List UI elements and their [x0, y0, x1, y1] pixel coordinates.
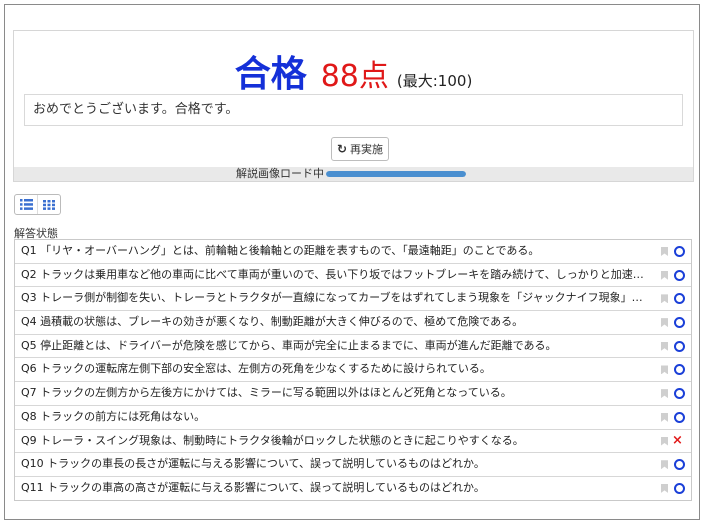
score-value: 88点: [320, 59, 389, 94]
result-message: おめでとうございます。合格です。: [24, 94, 683, 126]
question-text: Q10 トラックの車長の長さが運転に与える影響について、誤って説明しているものは…: [21, 457, 485, 471]
correct-mark-icon: [674, 246, 685, 257]
max-score: (最大:100): [396, 72, 473, 90]
bookmark-icon[interactable]: [661, 341, 668, 351]
question-row[interactable]: Q1 「リヤ・オーバーハング」とは、前輪軸と後輪軸との距離を表すもので、「最遠軸…: [15, 240, 691, 264]
image-loading-strip: 解説画像ロード中: [14, 167, 693, 181]
score-headline: 合格 88点 (最大:100): [14, 45, 693, 97]
bookmark-icon[interactable]: [661, 365, 668, 375]
question-row[interactable]: Q5 停止距離とは、ドライバーが危険を感じてから、車両が完全に止まるまでに、車両…: [15, 335, 691, 359]
retry-button[interactable]: ↻ 再実施: [331, 137, 389, 161]
question-text: Q7 トラックの左側方から左後方にかけては、ミラーに写る範囲以外はほとんど死角と…: [21, 386, 512, 400]
question-row[interactable]: Q9 トレーラ・スイング現象は、制動時にトラクタ後輪がロックした状態のときに起こ…: [15, 430, 691, 454]
correct-mark-icon: [674, 364, 685, 376]
loading-label: 解説画像ロード中: [236, 167, 324, 180]
question-text: Q9 トレーラ・スイング現象は、制動時にトラクタ後輪がロックした状態のときに起こ…: [21, 433, 524, 447]
question-row[interactable]: Q8 トラックの前方には死角はない。: [15, 406, 691, 430]
incorrect-mark-icon: ×: [672, 432, 683, 448]
quiz-result-window: 合格 88点 (最大:100) おめでとうございます。合格です。 ↻ 再実施 解説画像…: [4, 4, 700, 520]
question-row[interactable]: Q7 トラックの左側方から左後方にかけては、ミラーに写る範囲以外はほとんど死角と…: [15, 382, 691, 406]
correct-mark-icon: [674, 411, 685, 423]
bookmark-icon[interactable]: [661, 436, 668, 446]
correct-mark-icon: [674, 482, 685, 494]
redo-icon: ↻: [336, 142, 348, 156]
question-text: Q4 過積載の状態は、ブレーキの効きが悪くなり、制動距離が大きく伸びるので、極め…: [21, 315, 524, 329]
question-text: Q8 トラックの前方には死角はない。: [21, 409, 206, 423]
question-text: Q2 トラックは乗用車など他の車両に比べて車両が重いので、長い下り坂ではフットブ…: [21, 267, 651, 281]
list-view-icon: [19, 199, 33, 210]
loading-progress-fill: [326, 171, 466, 177]
correct-mark-icon: [674, 459, 685, 471]
question-list: Q1 「リヤ・オーバーハング」とは、前輪軸と後輪軸との距離を表すもので、「最遠軸…: [14, 239, 692, 501]
loading-progress-bar: [326, 171, 466, 177]
correct-mark-icon: [674, 317, 685, 329]
question-text: Q1 「リヤ・オーバーハング」とは、前輪軸と後輪軸との距離を表すもので、「最遠軸…: [21, 244, 540, 257]
retry-label: 再実施: [350, 143, 384, 156]
grid-view-button[interactable]: [37, 195, 60, 214]
pass-verdict: 合格: [234, 54, 307, 95]
correct-mark-icon: [674, 269, 685, 281]
question-row[interactable]: Q6 トラックの運転席左側下部の安全窓は、左側方の死角を少なくするために設けられ…: [15, 358, 691, 383]
question-text: Q5 停止距離とは、ドライバーが危険を感じてから、車両が完全に止まるまでに、車両…: [21, 338, 557, 352]
bookmark-icon[interactable]: [661, 318, 668, 328]
question-row[interactable]: Q11 トラックの車高の高さが運転に与える影響について、誤って説明しているものは…: [15, 477, 691, 500]
bookmark-icon[interactable]: [661, 389, 668, 399]
correct-mark-icon: [674, 388, 685, 400]
question-text: Q3 トレーラ側が制御を失い、トレーラとトラクタが一直線になってカーブをはずれて…: [21, 291, 651, 305]
question-text: Q11 トラックの車高の高さが運転に与える影響について、誤って説明しているものは…: [21, 480, 485, 494]
bookmark-icon[interactable]: [661, 247, 668, 256]
question-row[interactable]: Q4 過積載の状態は、ブレーキの効きが悪くなり、制動距離が大きく伸びるので、極め…: [15, 311, 691, 335]
result-panel: 合格 88点 (最大:100) おめでとうございます。合格です。 ↻ 再実施 解説画像…: [13, 30, 694, 182]
bookmark-icon[interactable]: [661, 483, 668, 493]
bookmark-icon[interactable]: [661, 270, 668, 280]
bookmark-icon[interactable]: [661, 412, 668, 422]
list-view-button[interactable]: [15, 195, 37, 214]
bookmark-icon[interactable]: [661, 294, 668, 304]
question-text: Q6 トラックの運転席左側下部の安全窓は、左側方の死角を少なくするために設けられ…: [21, 362, 491, 376]
view-toggle: [14, 194, 61, 215]
question-row[interactable]: Q3 トレーラ側が制御を失い、トレーラとトラクタが一直線になってカーブをはずれて…: [15, 287, 691, 312]
bookmark-icon[interactable]: [661, 460, 668, 470]
correct-mark-icon: [674, 340, 685, 352]
correct-mark-icon: [674, 293, 685, 305]
grid-view-icon: [43, 199, 55, 210]
question-row[interactable]: Q10 トラックの車長の長さが運転に与える影響について、誤って説明しているものは…: [15, 453, 691, 477]
question-row[interactable]: Q2 トラックは乗用車など他の車両に比べて車両が重いので、長い下り坂ではフットブ…: [15, 264, 691, 288]
